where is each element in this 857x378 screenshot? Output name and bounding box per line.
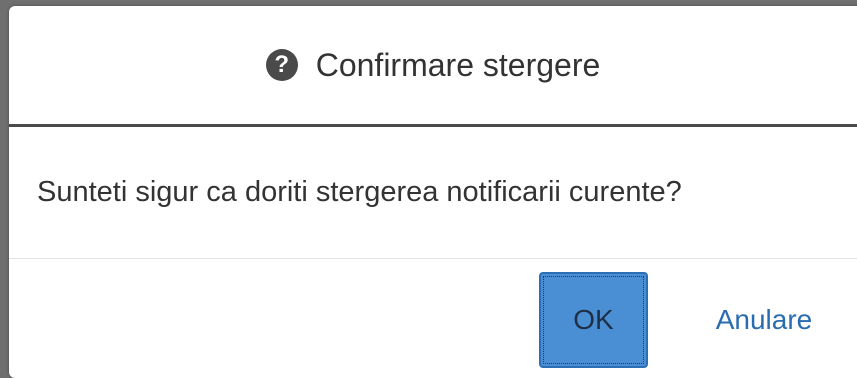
dialog-header: ? Confirmare stergere bbox=[9, 6, 857, 127]
confirm-delete-dialog: ? Confirmare stergere Sunteti sigur ca d… bbox=[9, 6, 857, 378]
question-circle-icon: ? bbox=[265, 49, 298, 81]
dialog-body: Sunteti sigur ca doriti stergerea notifi… bbox=[9, 130, 857, 259]
dialog-footer: OK Anulare bbox=[9, 259, 857, 378]
dialog-message: Sunteti sigur ca doriti stergerea notifi… bbox=[37, 176, 682, 208]
dialog-title: Confirmare stergere bbox=[315, 46, 601, 83]
ok-button[interactable]: OK bbox=[539, 272, 648, 368]
dialog-header-content: ? Confirmare stergere bbox=[265, 46, 601, 84]
cancel-button[interactable]: Anulare bbox=[689, 272, 839, 368]
